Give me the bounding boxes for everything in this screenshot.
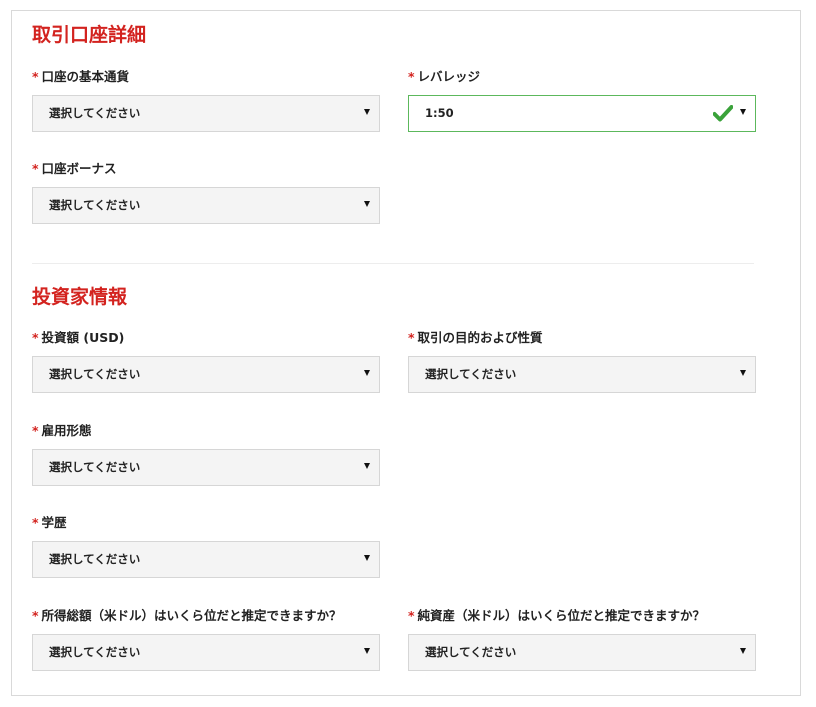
bonus-select-value: 選択してください: [49, 198, 141, 212]
base-currency-select-value: 選択してください: [49, 106, 141, 120]
education-label: * 学歴: [32, 515, 67, 530]
form-panel: 取引口座詳細 * 口座の基本通貨 選択してください * レバレッジ 1:50 * 口座…: [11, 10, 801, 696]
investment-amount-select-value: 選択してください: [49, 367, 141, 381]
required-marker: *: [32, 515, 39, 530]
required-marker: *: [32, 161, 39, 176]
trading-purpose-select[interactable]: 選択してください: [408, 356, 756, 393]
employment-select-value: 選択してください: [49, 460, 141, 474]
chevron-down-icon: [364, 463, 370, 469]
chevron-down-icon: [364, 555, 370, 561]
chevron-down-icon: [740, 370, 746, 376]
education-select-value: 選択してください: [49, 552, 141, 566]
trading-purpose-field: * 取引の目的および性質 選択してください: [408, 329, 756, 393]
base-currency-field: * 口座の基本通貨 選択してください: [32, 68, 380, 132]
investment-amount-select[interactable]: 選択してください: [32, 356, 380, 393]
required-marker: *: [32, 423, 39, 438]
leverage-select[interactable]: 1:50: [408, 95, 756, 132]
leverage-field: * レバレッジ 1:50: [408, 68, 756, 132]
net-worth-select[interactable]: 選択してください: [408, 634, 756, 671]
required-marker: *: [408, 69, 415, 84]
bonus-field: * 口座ボーナス 選択してください: [32, 160, 380, 224]
employment-field: * 雇用形態 選択してください: [32, 422, 380, 486]
chevron-down-icon: [364, 370, 370, 376]
chevron-down-icon: [364, 109, 370, 115]
education-select[interactable]: 選択してください: [32, 541, 380, 578]
required-marker: *: [32, 69, 39, 84]
required-marker: *: [408, 608, 415, 623]
required-marker: *: [32, 330, 39, 345]
bonus-select[interactable]: 選択してください: [32, 187, 380, 224]
section-divider: [32, 263, 754, 264]
leverage-label: * レバレッジ: [408, 69, 481, 84]
annual-income-select-value: 選択してください: [49, 645, 141, 659]
net-worth-label: * 純資産（米ドル）はいくら位だと推定できますか？: [408, 608, 706, 623]
investor-section-title: 投資家情報: [32, 286, 128, 308]
employment-select[interactable]: 選択してください: [32, 449, 380, 486]
employment-label: * 雇用形態: [32, 423, 92, 438]
chevron-down-icon: [740, 648, 746, 654]
trading-purpose-select-value: 選択してください: [425, 367, 517, 381]
chevron-down-icon: [364, 201, 370, 207]
annual-income-label: * 所得総額（米ドル）はいくら位だと推定できますか？: [32, 608, 342, 623]
base-currency-label: * 口座の基本通貨: [32, 69, 130, 84]
net-worth-select-value: 選択してください: [425, 645, 517, 659]
education-field: * 学歴 選択してください: [32, 514, 380, 578]
bonus-label: * 口座ボーナス: [32, 161, 117, 176]
investment-amount-field: * 投資額 (USD) 選択してください: [32, 329, 380, 393]
leverage-select-value: 1:50: [425, 106, 454, 120]
trading-purpose-label: * 取引の目的および性質: [408, 330, 543, 345]
annual-income-select[interactable]: 選択してください: [32, 634, 380, 671]
chevron-down-icon: [364, 648, 370, 654]
net-worth-field: * 純資産（米ドル）はいくら位だと推定できますか？ 選択してください: [408, 607, 756, 671]
required-marker: *: [32, 608, 39, 623]
annual-income-field: * 所得総額（米ドル）はいくら位だと推定できますか？ 選択してください: [32, 607, 380, 671]
chevron-down-icon: [740, 109, 746, 115]
required-marker: *: [408, 330, 415, 345]
investment-amount-label: * 投資額 (USD): [32, 330, 125, 345]
base-currency-select[interactable]: 選択してください: [32, 95, 380, 132]
account-section-title: 取引口座詳細: [32, 24, 147, 46]
check-icon: [713, 105, 733, 122]
